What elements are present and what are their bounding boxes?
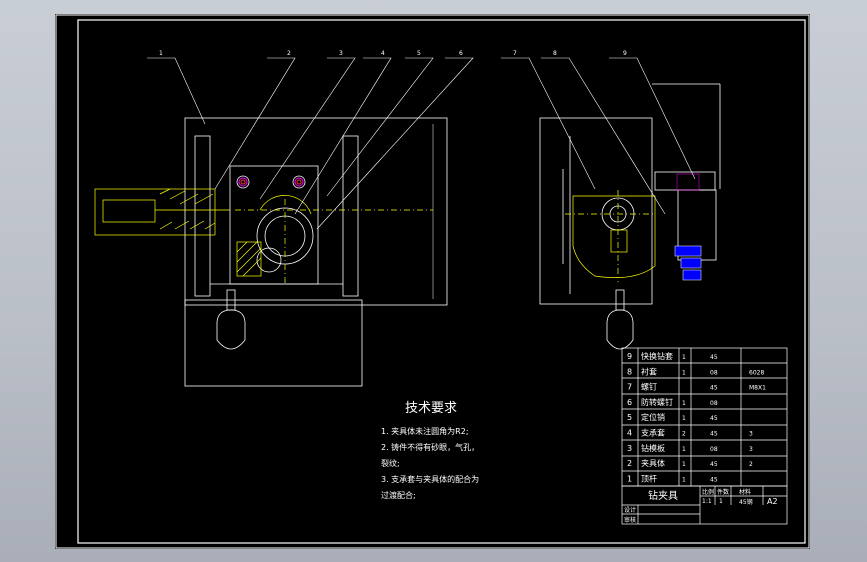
- drawing-title: 钻夹具: [648, 489, 678, 502]
- leader-lines: [147, 57, 696, 230]
- balloon-7: 7: [513, 50, 517, 57]
- bom-qty-4: 2: [682, 431, 686, 438]
- scale-value: 1:1: [702, 498, 712, 505]
- bom-note-3: 3: [749, 446, 753, 453]
- bom-material-3: 08: [710, 446, 718, 453]
- designer-label: 设计: [624, 506, 636, 514]
- side-view-yellow: [565, 190, 656, 282]
- balloon-6: 6: [459, 50, 463, 57]
- bom-note-4: 3: [749, 431, 753, 438]
- sheet-size: A2: [767, 497, 778, 506]
- bom-no-2: 2: [627, 459, 632, 468]
- tech-req-line-4: 3. 支承套与夹具体的配合为: [381, 474, 479, 484]
- bom-name-7: 螺钉: [641, 382, 657, 392]
- side-view-blue: [674, 173, 702, 281]
- material-header: 材料: [739, 488, 751, 496]
- bom-no-5: 5: [627, 413, 632, 422]
- bom-qty-6: 1: [682, 400, 686, 407]
- balloon-3: 3: [339, 50, 343, 57]
- bom-name-5: 定位销: [641, 412, 665, 422]
- bom-no-7: 7: [627, 383, 632, 392]
- bom-qty-1: 1: [682, 476, 686, 483]
- bom-qty-3: 1: [682, 446, 686, 453]
- bom-material-8: 08: [710, 369, 718, 376]
- bom-rows: 9 快换钻套 1 45 8 衬套 1 08 6028 7 螺钉 45 M8X1 6 防转螺钉 1 08 5 定位销 1…: [627, 351, 766, 483]
- tech-req-line-2: 2. 铸件不得有砂眼，气孔，: [381, 442, 479, 452]
- bom-no-6: 6: [627, 398, 632, 407]
- front-view-hatch: [94, 188, 433, 284]
- outer-border: [55, 14, 810, 549]
- balloon-5: 5: [417, 50, 421, 57]
- bom-material-5: 45: [710, 415, 718, 422]
- tech-req-title: 技术要求: [405, 401, 457, 416]
- front-view: [184, 117, 448, 387]
- balloon-9: 9: [623, 50, 627, 57]
- bom-qty-5: 1: [682, 415, 686, 422]
- bom-material-7: 45: [710, 385, 718, 392]
- bom-name-2: 夹具体: [641, 458, 665, 468]
- inner-border: [77, 19, 806, 544]
- qty-value: 1: [719, 498, 723, 505]
- bom-no-3: 3: [627, 444, 632, 453]
- bom-material-1: 45: [710, 476, 718, 483]
- bom-no-1: 1: [627, 474, 632, 483]
- bom-name-4: 支承套: [641, 428, 665, 438]
- tech-req-line-1: 1. 夹具体未注圆角为R2;: [381, 426, 469, 436]
- balloon-2: 2: [287, 50, 291, 57]
- bom-material-2: 45: [710, 461, 718, 468]
- bom-name-8: 衬套: [641, 366, 657, 376]
- balloon-8: 8: [553, 50, 557, 57]
- bom-qty-9: 1: [682, 354, 686, 361]
- bom-no-4: 4: [627, 429, 632, 438]
- side-view: [539, 83, 721, 350]
- bom-name-3: 钻模板: [641, 443, 665, 453]
- balloon-4: 4: [381, 50, 385, 57]
- bom-qty-2: 1: [682, 461, 686, 468]
- bom-qty-8: 1: [682, 369, 686, 376]
- drawing-sheet: 1 2 3 4 5 6 7 8 9 技术要求 1. 夹具体未注圆角为R2; 2.…: [55, 14, 810, 549]
- bom-material-6: 08: [710, 400, 718, 407]
- qty-header: 件数: [717, 488, 729, 496]
- balloon-1: 1: [159, 50, 163, 57]
- bom-material-9: 45: [710, 354, 718, 361]
- bom-name-6: 防转螺钉: [641, 397, 673, 407]
- bom-note-7: M8X1: [749, 385, 766, 392]
- scale-header: 比例: [702, 488, 714, 496]
- front-view-red-marks: [240, 179, 302, 185]
- bom-name-9: 快换钻套: [641, 351, 673, 361]
- bom-note-8: 6028: [749, 369, 764, 376]
- bom-note-2: 2: [749, 461, 753, 468]
- balloon-labels: 1 2 3 4 5 6 7 8 9: [159, 50, 627, 57]
- bom-no-8: 8: [627, 367, 632, 376]
- bom-no-9: 9: [627, 352, 632, 361]
- bom-material-4: 45: [710, 431, 718, 438]
- bom-name-1: 顶杆: [641, 473, 657, 483]
- checker-label: 审核: [624, 516, 636, 524]
- tech-req-line-3: 裂纹;: [381, 458, 400, 468]
- technical-requirements: 技术要求 1. 夹具体未注圆角为R2; 2. 铸件不得有砂眼，气孔， 裂纹; 3…: [381, 401, 479, 500]
- cad-drawing: 1 2 3 4 5 6 7 8 9 技术要求 1. 夹具体未注圆角为R2; 2.…: [55, 14, 810, 549]
- tech-req-line-5: 过渡配合;: [381, 490, 416, 500]
- material-value: 45钢: [739, 498, 753, 506]
